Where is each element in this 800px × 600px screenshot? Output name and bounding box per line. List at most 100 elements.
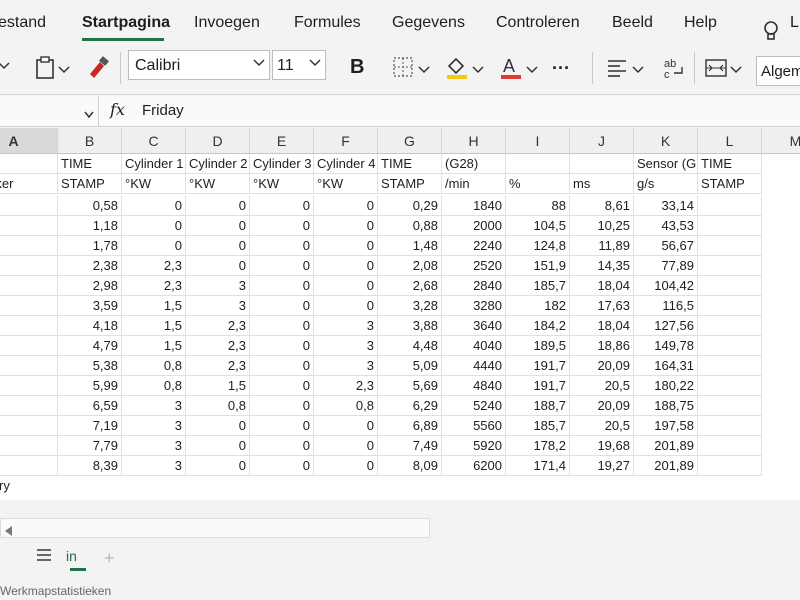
column-header-i[interactable]: I	[506, 128, 570, 154]
cell[interactable]: 7,79	[58, 436, 122, 456]
cell[interactable]: 3	[314, 316, 378, 336]
cell[interactable]: 0,8	[314, 396, 378, 416]
cell[interactable]: Marker	[0, 174, 58, 194]
cell[interactable]: 3	[186, 296, 250, 316]
cell[interactable]: 0,58	[58, 196, 122, 216]
cell[interactable]: 191,7	[506, 376, 570, 396]
cell[interactable]: (G28)	[442, 154, 506, 174]
cell[interactable]: 7,49	[378, 436, 442, 456]
cell[interactable]: ms	[570, 174, 634, 194]
cell[interactable]	[698, 276, 762, 296]
scroll-left-icon[interactable]	[5, 523, 13, 541]
cell[interactable]	[0, 436, 58, 456]
cell[interactable]: 8,61	[570, 196, 634, 216]
cell[interactable]: Sensor (G7	[634, 154, 698, 174]
cell[interactable]: /min	[442, 174, 506, 194]
cell[interactable]: 2,3	[314, 376, 378, 396]
cell[interactable]: 77,89	[634, 256, 698, 276]
cell[interactable]: 20,09	[570, 396, 634, 416]
cell[interactable]: 0	[250, 356, 314, 376]
cell[interactable]: 6,89	[378, 416, 442, 436]
menu-tab-startpagina[interactable]: Startpagina	[82, 14, 170, 32]
cell[interactable]	[0, 396, 58, 416]
cell[interactable]: 5,09	[378, 356, 442, 376]
cell[interactable]: 0	[314, 276, 378, 296]
menu-tab-beeld[interactable]: Beeld	[612, 14, 653, 32]
clipboard-icon[interactable]	[34, 56, 56, 85]
cell[interactable]: 20,09	[570, 356, 634, 376]
cell[interactable]: 1,48	[378, 236, 442, 256]
cell[interactable]: °KW	[250, 174, 314, 194]
cell[interactable]: 2,3	[186, 316, 250, 336]
cell[interactable]	[698, 436, 762, 456]
cell[interactable]: 0	[250, 396, 314, 416]
cell[interactable]: 8,39	[58, 456, 122, 476]
all-sheets-menu-icon[interactable]	[36, 548, 52, 567]
cell[interactable]: 104,42	[634, 276, 698, 296]
cell[interactable]	[0, 216, 58, 236]
cell[interactable]: 0	[314, 196, 378, 216]
cell[interactable]: 149,78	[634, 336, 698, 356]
cell[interactable]: 191,7	[506, 356, 570, 376]
cell[interactable]: 4,48	[378, 336, 442, 356]
cell[interactable]: g/s	[634, 174, 698, 194]
cell[interactable]: 0,8	[122, 356, 186, 376]
cell[interactable]: 3,88	[378, 316, 442, 336]
cell[interactable]: 0	[250, 256, 314, 276]
cell[interactable]: °KW	[122, 174, 186, 194]
cell[interactable]: 184,2	[506, 316, 570, 336]
cell[interactable]: 0	[250, 376, 314, 396]
cell[interactable]	[506, 154, 570, 174]
cell[interactable]: 8,09	[378, 456, 442, 476]
cell[interactable]: 6,29	[378, 396, 442, 416]
column-header-k[interactable]: K	[634, 128, 698, 154]
cell[interactable]: 6200	[442, 456, 506, 476]
font-size-select[interactable]: 11	[272, 50, 326, 80]
cell[interactable]: Cylinder 1	[122, 154, 186, 174]
align-dropdown-chevron-icon[interactable]	[632, 62, 644, 80]
cell[interactable]: 2,98	[58, 276, 122, 296]
cell[interactable]: 18,04	[570, 316, 634, 336]
cell[interactable]: 3280	[442, 296, 506, 316]
column-header-h[interactable]: H	[442, 128, 506, 154]
cell[interactable]: 14,35	[570, 256, 634, 276]
cell[interactable]: 10,25	[570, 216, 634, 236]
cell[interactable]: 11,89	[570, 236, 634, 256]
cell[interactable]: 20,5	[570, 376, 634, 396]
cell[interactable]: 1,78	[58, 236, 122, 256]
align-icon[interactable]	[606, 58, 628, 83]
cell[interactable]: 0	[250, 316, 314, 336]
cell[interactable]: 1,5	[122, 316, 186, 336]
cell[interactable]: 0	[314, 456, 378, 476]
cell[interactable]: 3,59	[58, 296, 122, 316]
cell[interactable]: 18,86	[570, 336, 634, 356]
cell[interactable]: 178,2	[506, 436, 570, 456]
cell[interactable]: 3	[186, 276, 250, 296]
cell[interactable]: 0	[314, 236, 378, 256]
column-header-f[interactable]: F	[314, 128, 378, 154]
cell[interactable]: 1840	[442, 196, 506, 216]
cell[interactable]: 6,59	[58, 396, 122, 416]
cell[interactable]: 0	[122, 216, 186, 236]
horizontal-scrollbar[interactable]	[0, 518, 430, 538]
cell[interactable]: STAMP	[58, 174, 122, 194]
cell[interactable]: 127,56	[634, 316, 698, 336]
cell[interactable]: 185,7	[506, 416, 570, 436]
cell[interactable]: 7,19	[58, 416, 122, 436]
cell[interactable]	[698, 296, 762, 316]
cell[interactable]	[0, 416, 58, 436]
cell[interactable]	[0, 456, 58, 476]
cell[interactable]: 1,5	[186, 376, 250, 396]
cell[interactable]	[698, 376, 762, 396]
cell[interactable]: 2,38	[58, 256, 122, 276]
cell[interactable]	[698, 216, 762, 236]
cell[interactable]: 0	[122, 236, 186, 256]
menu-tab-formules[interactable]: Formules	[294, 14, 361, 32]
cell[interactable]: 2,3	[122, 256, 186, 276]
cell[interactable]: 3	[122, 456, 186, 476]
cell[interactable]: Cylinder 4	[314, 154, 378, 174]
cell[interactable]: 5920	[442, 436, 506, 456]
cell[interactable]: 3640	[442, 316, 506, 336]
cell[interactable]: 0	[186, 416, 250, 436]
cell[interactable]: Cylinder 2	[186, 154, 250, 174]
